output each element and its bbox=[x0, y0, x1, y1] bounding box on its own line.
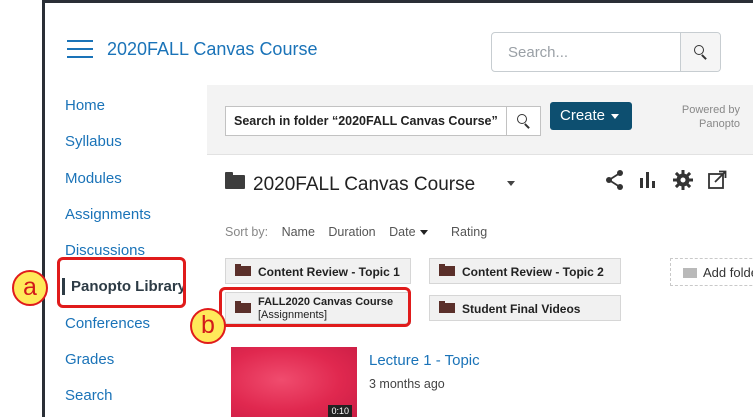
search-icon bbox=[694, 45, 708, 60]
folder-icon bbox=[225, 171, 245, 189]
stats-icon[interactable] bbox=[639, 169, 657, 191]
subfolder-content-review-1[interactable]: Content Review - Topic 1 bbox=[225, 258, 411, 284]
add-folder-button[interactable]: Add folder bbox=[670, 258, 753, 286]
folder-search-button[interactable] bbox=[507, 106, 541, 136]
share-icon[interactable] bbox=[605, 169, 625, 191]
subfolder-student-final-videos[interactable]: Student Final Videos bbox=[429, 295, 621, 321]
course-title[interactable]: 2020FALL Canvas Course bbox=[107, 39, 317, 60]
header-search-button[interactable] bbox=[680, 33, 720, 71]
folder-dropdown-icon[interactable] bbox=[507, 181, 515, 186]
folder-icon bbox=[235, 264, 251, 276]
highlight-assignments-folder bbox=[219, 287, 411, 327]
folder-icon bbox=[439, 264, 455, 276]
annotation-badge-b: b bbox=[190, 308, 226, 344]
powered-by-panopto: Powered by Panopto bbox=[681, 104, 740, 130]
panopto-toolbar: Search in folder “2020FALL Canvas Course… bbox=[207, 85, 753, 155]
video-thumbnail[interactable]: 0:10 bbox=[231, 347, 357, 417]
sort-name[interactable]: Name bbox=[282, 225, 315, 239]
nav-search[interactable]: Search bbox=[65, 387, 113, 404]
nav-grades[interactable]: Grades bbox=[65, 351, 114, 368]
video-title[interactable]: Lecture 1 - Topic bbox=[369, 352, 480, 369]
sort-rating[interactable]: Rating bbox=[451, 225, 487, 239]
folder-search-input[interactable]: Search in folder “2020FALL Canvas Course… bbox=[225, 106, 507, 136]
header-search-input[interactable]: Search... bbox=[491, 32, 721, 72]
search-icon bbox=[517, 114, 531, 129]
nav-assignments[interactable]: Assignments bbox=[65, 206, 151, 223]
chevron-down-icon bbox=[611, 113, 620, 119]
create-button-label: Create bbox=[560, 107, 606, 124]
folder-title[interactable]: 2020FALL Canvas Course bbox=[253, 174, 475, 196]
open-external-icon[interactable] bbox=[707, 169, 727, 191]
add-folder-icon bbox=[683, 268, 697, 278]
sort-date[interactable]: Date bbox=[389, 225, 437, 239]
nav-modules[interactable]: Modules bbox=[65, 170, 122, 187]
nav-home[interactable]: Home bbox=[65, 97, 105, 114]
sort-desc-icon bbox=[419, 230, 428, 236]
annotation-badge-a: a bbox=[12, 270, 48, 306]
folder-header: 2020FALL Canvas Course bbox=[225, 171, 475, 197]
highlight-panopto-library bbox=[57, 257, 186, 308]
gear-icon[interactable] bbox=[672, 169, 694, 191]
create-button[interactable]: Create bbox=[550, 102, 632, 130]
nav-syllabus[interactable]: Syllabus bbox=[65, 133, 122, 150]
panopto-library-panel: Search in folder “2020FALL Canvas Course… bbox=[207, 85, 753, 417]
canvas-window: 2020FALL Canvas Course Search... Home Sy… bbox=[42, 0, 753, 417]
nav-conferences[interactable]: Conferences bbox=[65, 315, 150, 332]
course-header: 2020FALL Canvas Course Search... bbox=[45, 3, 753, 85]
video-duration: 0:10 bbox=[328, 405, 352, 417]
course-nav-sidebar: Home Syllabus Modules Assignments Discus… bbox=[45, 85, 205, 417]
sort-bar: Sort by: Name Duration Date Rating bbox=[225, 225, 497, 239]
hamburger-menu-icon[interactable] bbox=[67, 40, 93, 58]
search-placeholder: Search... bbox=[508, 44, 569, 61]
subfolder-content-review-2[interactable]: Content Review - Topic 2 bbox=[429, 258, 621, 284]
folder-icon bbox=[439, 301, 455, 313]
sort-duration[interactable]: Duration bbox=[328, 225, 375, 239]
sort-label: Sort by: bbox=[225, 225, 269, 239]
video-age: 3 months ago bbox=[369, 377, 445, 391]
